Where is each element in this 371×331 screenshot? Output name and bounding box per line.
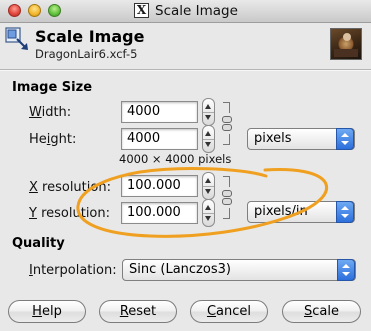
x11-icon: X [134,3,149,18]
scale-button[interactable]: Scale [282,300,361,323]
y-resolution-input[interactable]: 100.000 [121,202,198,224]
image-filename: DragonLair6.xcf-5 [35,47,138,61]
dialog-heading: Scale Image [35,27,145,46]
help-button[interactable]: Help [8,300,86,323]
scale-image-icon [5,27,29,51]
x-resolution-label: X resolution: [29,180,111,195]
zoom-window-button[interactable] [48,4,61,17]
window-titlebar: X Scale Image [0,0,371,23]
quality-heading: Quality [12,236,65,251]
select-arrows-icon [337,259,355,281]
x-resolution-input[interactable]: 100.000 [121,175,198,197]
interpolation-value: Sinc (Lanczos3) [129,262,231,277]
image-thumbnail [330,28,362,60]
resolution-unit-value: pixels/in [254,204,308,219]
width-label: Width: [29,105,72,120]
size-unit-select[interactable]: pixels [247,128,355,150]
window-title: Scale Image [155,3,238,19]
resolution-unit-select[interactable]: pixels/in [247,201,355,223]
close-window-button[interactable] [8,4,21,17]
select-arrows-icon [336,128,354,150]
height-spinner[interactable] [202,125,215,153]
resolution-chain-link-icon[interactable] [222,176,233,220]
minimize-window-button[interactable] [28,4,41,17]
reset-button[interactable]: Reset [99,300,177,323]
y-resolution-spinner[interactable] [202,199,215,227]
header-separator [0,69,371,71]
pixel-dimensions-summary: 4000 × 4000 pixels [119,152,232,166]
y-resolution-label: Y resolution: [29,206,111,221]
interpolation-select[interactable]: Sinc (Lanczos3) [122,259,356,281]
cancel-button[interactable]: Cancel [190,300,268,323]
height-input[interactable]: 4000 [121,128,198,150]
width-spinner[interactable] [202,98,215,126]
width-input[interactable]: 4000 [121,101,198,123]
size-unit-value: pixels [254,131,292,146]
select-arrows-icon [336,201,354,223]
size-chain-link-icon[interactable] [222,102,233,146]
image-size-heading: Image Size [12,80,93,95]
x-resolution-spinner[interactable] [202,172,215,200]
interpolation-label: Interpolation: [29,263,117,278]
height-label: Height: [29,132,77,147]
